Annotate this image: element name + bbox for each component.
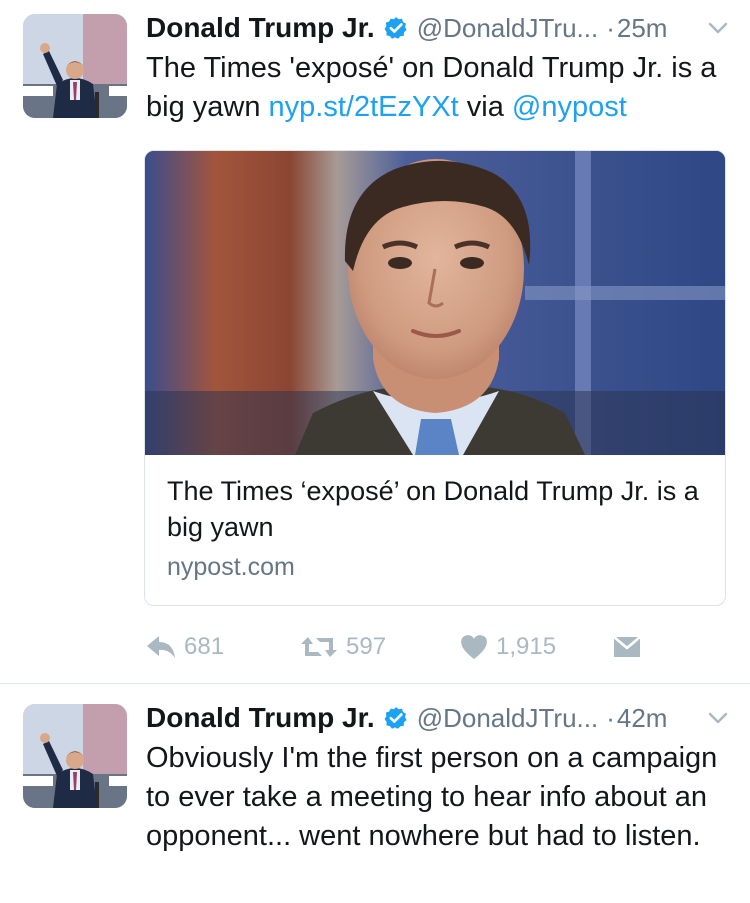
retweet-button[interactable]: 597 <box>300 630 386 664</box>
heart-icon <box>460 634 488 660</box>
separator-dot: · <box>606 12 615 43</box>
like-button[interactable]: 1,915 <box>460 630 556 664</box>
verified-badge-icon <box>384 706 408 730</box>
caret-down-icon[interactable] <box>706 706 730 730</box>
card-image <box>145 151 725 455</box>
retweet-count: 597 <box>346 633 387 660</box>
user-handle[interactable]: @DonaldJTru... <box>417 13 599 44</box>
direct-message-icon <box>612 634 642 660</box>
tweet-text: Obviously I'm the first person on a camp… <box>146 742 718 852</box>
user-handle[interactable]: @DonaldJTru... <box>417 703 599 734</box>
card-title: The Times ‘exposé’ on Donald Trump Jr. i… <box>167 476 699 542</box>
like-count: 1,915 <box>496 633 557 660</box>
caret-down-icon[interactable] <box>706 16 730 40</box>
reply-icon <box>146 634 176 660</box>
card-domain: nypost.com <box>167 553 295 581</box>
direct-message-button[interactable] <box>612 630 642 664</box>
tweet-header: Donald Trump Jr. @DonaldJTru... · 42m <box>146 700 730 736</box>
display-name[interactable]: Donald Trump Jr. <box>146 702 375 734</box>
reply-count: 681 <box>184 633 225 660</box>
avatar[interactable] <box>23 14 127 118</box>
retweet-icon <box>300 634 338 660</box>
tweet-text-part: via <box>458 91 512 123</box>
mention-link[interactable]: @nypost <box>512 91 627 123</box>
tweet-text: The Times 'exposé' on Donald Trump Jr. i… <box>146 49 732 127</box>
avatar[interactable] <box>23 704 127 808</box>
tweet-actions: 681 597 1,915 <box>146 630 706 664</box>
display-name[interactable]: Donald Trump Jr. <box>146 12 375 44</box>
link-card[interactable]: The Times ‘exposé’ on Donald Trump Jr. i… <box>144 150 726 606</box>
timestamp[interactable]: 42m <box>617 703 668 734</box>
separator-dot: · <box>606 702 615 733</box>
tweet-header: Donald Trump Jr. @DonaldJTru... · 25m <box>146 10 730 46</box>
tweet[interactable]: Donald Trump Jr. @DonaldJTru... · 42m Ob… <box>0 683 750 903</box>
timestamp[interactable]: 25m <box>617 13 668 44</box>
reply-button[interactable]: 681 <box>146 630 224 664</box>
tweet[interactable]: Donald Trump Jr. @DonaldJTru... · 25m Th… <box>0 0 750 683</box>
tweet-link[interactable]: nyp.st/2tEzYXt <box>269 91 459 123</box>
verified-badge-icon <box>384 16 408 40</box>
